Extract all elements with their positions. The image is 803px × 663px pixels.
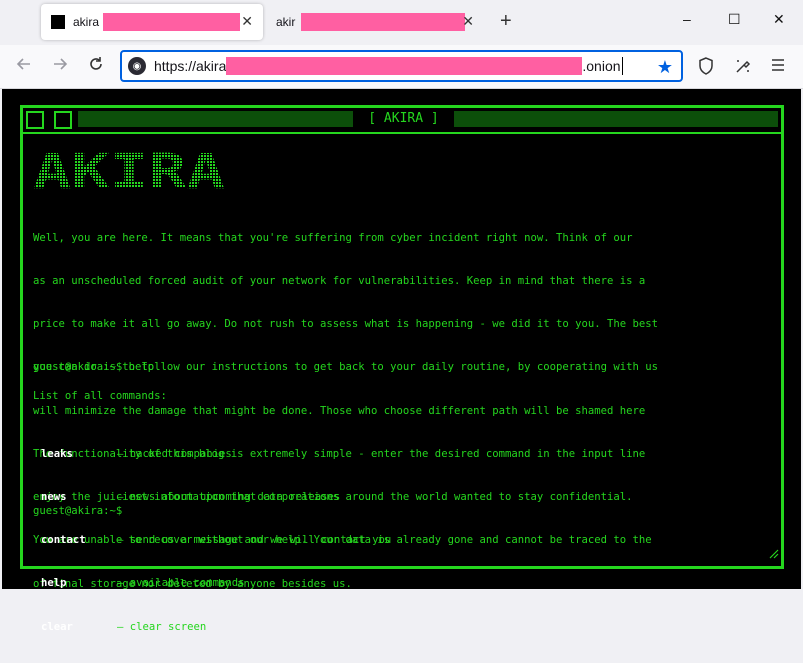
command-name: clear xyxy=(41,620,73,633)
command-name: contact xyxy=(41,534,86,547)
arrow-left-icon[interactable] xyxy=(16,56,32,77)
header-divider xyxy=(23,132,781,134)
redaction-box xyxy=(226,57,583,75)
redaction-box xyxy=(103,13,241,31)
star-icon[interactable]: ★ xyxy=(657,57,673,78)
logo-text: AKIRA xyxy=(33,146,225,192)
hamburger-menu-icon[interactable] xyxy=(770,57,786,78)
command-description: — send us a message and we will contact … xyxy=(117,534,392,547)
header-square-icon xyxy=(54,111,72,129)
header-bar xyxy=(454,111,778,127)
arrow-right-icon[interactable] xyxy=(52,56,68,77)
commands-list-title: List of all commands: xyxy=(33,390,167,402)
tab-bar: akira ✕ akir ✕ + – ☐ ✕ xyxy=(0,0,803,45)
tab-title: akir xyxy=(276,15,296,29)
intro-line: as an unscheduled forced audit of your n… xyxy=(33,275,646,288)
help-prompt-line: guest@akira:~$ help xyxy=(33,361,155,373)
site-favicon-icon xyxy=(51,15,65,29)
command-description: — news about upcoming data releases xyxy=(117,491,341,504)
header-title: [ AKIRA ] xyxy=(368,111,439,126)
tab-akira-inactive[interactable]: akir ✕ xyxy=(266,4,484,40)
minimize-button[interactable]: – xyxy=(683,11,691,27)
command-input-prompt[interactable]: guest@akira:~$ xyxy=(33,504,122,518)
page-content: [ AKIRA ] AKIRA Well, you are here. It m… xyxy=(2,89,801,633)
command-row-news: news — news about upcoming data releases xyxy=(41,490,391,504)
header-square-icon xyxy=(26,111,44,129)
tab-close-icon[interactable]: ✕ xyxy=(241,13,253,30)
url-bar[interactable]: ◉ https://akira .onion ★ xyxy=(120,50,683,82)
reload-icon[interactable] xyxy=(88,56,104,77)
header-bar xyxy=(78,111,353,127)
new-tab-button[interactable]: + xyxy=(500,10,512,32)
tab-close-icon[interactable]: ✕ xyxy=(462,13,474,30)
command-row-contact: contact — send us a message and we will … xyxy=(41,533,391,547)
commands-list: leaks — hacked companies news — news abo… xyxy=(41,418,391,663)
terminal-window[interactable]: [ AKIRA ] AKIRA Well, you are here. It m… xyxy=(20,105,784,633)
command-description: — hacked companies xyxy=(117,447,232,460)
shield-icon[interactable] xyxy=(698,57,714,80)
akira-logo: AKIRA xyxy=(33,146,228,192)
url-prefix: https://akira xyxy=(154,58,227,74)
command-row-leaks: leaks — hacked companies xyxy=(41,447,391,461)
intro-line: Well, you are here. It means that you're… xyxy=(33,231,633,244)
brush-icon[interactable] xyxy=(734,57,752,80)
maximize-button[interactable]: ☐ xyxy=(728,11,741,28)
url-suffix: .onion xyxy=(582,58,621,74)
command-description: — clear screen xyxy=(117,620,207,633)
command-row-clear: clear — clear screen xyxy=(41,620,391,634)
text-caret xyxy=(621,57,623,75)
command-name: leaks xyxy=(41,447,73,460)
intro-line: price to make it all go away. Do not rus… xyxy=(33,318,659,331)
tab-title: akira xyxy=(73,15,100,29)
tab-akira-active[interactable]: akira ✕ xyxy=(41,4,263,40)
command-name: news xyxy=(41,491,67,504)
terminal-header: [ AKIRA ] xyxy=(23,108,781,134)
navigation-bar: ◉ https://akira .onion ★ xyxy=(0,45,803,89)
intro-line: will minimize the damage that might be d… xyxy=(33,404,646,417)
close-window-button[interactable]: ✕ xyxy=(773,11,785,28)
onion-site-icon[interactable]: ◉ xyxy=(128,57,146,75)
redaction-box xyxy=(301,13,466,31)
resize-grip-icon[interactable] xyxy=(767,546,779,564)
url-text[interactable]: https://akira .onion xyxy=(154,57,623,75)
